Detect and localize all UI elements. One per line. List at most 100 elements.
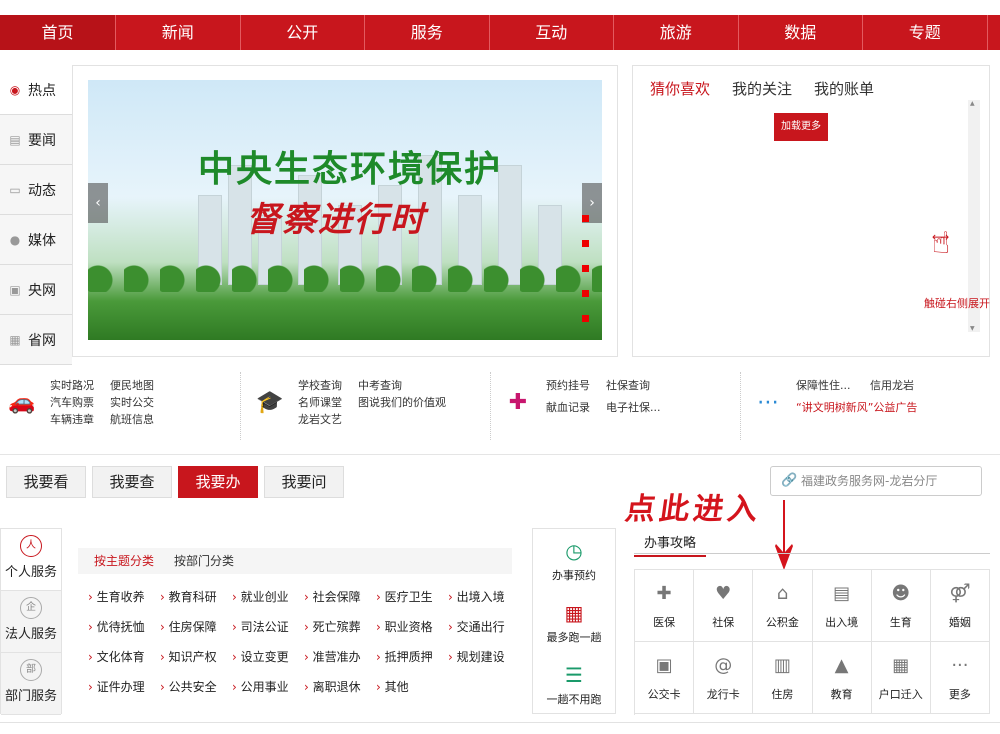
tab-guess-you-like[interactable]: 猜你喜欢	[650, 78, 710, 99]
topic-link[interactable]: 其他	[376, 678, 448, 695]
category-personal[interactable]: 人个人服务	[1, 529, 61, 591]
service-link[interactable]: 航班信息	[110, 412, 154, 427]
nav-home[interactable]: 首页	[0, 15, 116, 50]
sidebar-item-headlines[interactable]: ▤ 要闻	[0, 115, 72, 165]
service-link[interactable]: 社保查询	[606, 378, 661, 398]
guide-grid: ✚ 医保 ♥ 社保 ⌂ 公积金 ▤ 出入境 ☻ 生育 ⚤ 婚姻 ▣ 公交卡 @ 龙行卡 ▥ 住房 …	[634, 569, 990, 715]
nav-service[interactable]: 服务	[365, 15, 490, 50]
topic-link[interactable]: 优待抚恤	[88, 618, 160, 635]
tab-my-follow[interactable]: 我的关注	[732, 78, 792, 99]
guide-item-longxing-card[interactable]: @ 龙行卡	[694, 642, 754, 714]
service-link[interactable]: 便民地图	[110, 378, 154, 393]
service-link[interactable]: 实时路况	[50, 378, 94, 393]
topic-link[interactable]: 医疗卫生	[376, 588, 448, 605]
guide-item-housing[interactable]: ▥ 住房	[753, 642, 813, 714]
topic-link[interactable]: 交通出行	[448, 618, 518, 635]
topic-link[interactable]: 公共安全	[160, 678, 232, 695]
service-portal-link[interactable]: 🔗 福建政务服务网-龙岩分厅	[770, 466, 982, 496]
guide-title[interactable]: 办事攻略	[634, 528, 707, 557]
appointment-button[interactable]: ◷ 办事预约	[533, 529, 615, 591]
tab-i-want-to-ask[interactable]: 我要问	[264, 466, 344, 498]
topic-link[interactable]: 设立变更	[232, 648, 304, 665]
banner-prev-button[interactable]: ‹	[88, 183, 108, 223]
service-link[interactable]: 学校查询	[298, 378, 342, 393]
service-link[interactable]: 图说我们的价值观	[358, 395, 446, 410]
sidebar-item-label: 动态	[28, 182, 56, 199]
calendar-check-icon: ▦	[564, 601, 584, 625]
service-link[interactable]: “讲文明树新风”公益广告	[796, 400, 917, 420]
topic-link[interactable]: 教育科研	[160, 588, 232, 605]
nav-topics[interactable]: 专题	[863, 15, 988, 50]
tab-by-department[interactable]: 按部门分类	[174, 548, 234, 574]
topic-link[interactable]: 规划建设	[448, 648, 518, 665]
topic-link[interactable]: 住房保障	[160, 618, 232, 635]
guide-item-label: 公交卡	[647, 688, 681, 701]
nav-interaction[interactable]: 互动	[490, 15, 614, 50]
topic-link[interactable]: 文化体育	[88, 648, 160, 665]
sidebar-item-media[interactable]: ● 媒体	[0, 215, 72, 265]
guide-item-medical-insurance[interactable]: ✚ 医保	[635, 570, 695, 642]
sidebar-item-central[interactable]: ▣ 央网	[0, 265, 72, 315]
topic-link[interactable]: 知识产权	[160, 648, 232, 665]
topic-link[interactable]: 社会保障	[304, 588, 376, 605]
topic-link[interactable]: 准营准办	[304, 648, 376, 665]
nav-tourism[interactable]: 旅游	[614, 15, 739, 50]
no-trip-button[interactable]: ☰ 一趟不用跑	[533, 653, 615, 715]
nav-data[interactable]: 数据	[739, 15, 863, 50]
service-link[interactable]: 实时公交	[110, 395, 154, 410]
guide-item-label: 更多	[948, 688, 971, 701]
guide-item-birth[interactable]: ☻ 生育	[871, 570, 931, 642]
guide-item-marriage[interactable]: ⚤ 婚姻	[930, 570, 990, 642]
nav-news[interactable]: 新闻	[116, 15, 241, 50]
service-link[interactable]: 预约挂号	[546, 378, 590, 398]
topic-link[interactable]: 职业资格	[376, 618, 448, 635]
service-link[interactable]: 汽车购票	[50, 395, 94, 410]
service-link[interactable]: 龙岩文艺	[298, 412, 342, 427]
tab-i-want-to-handle[interactable]: 我要办	[178, 466, 258, 498]
guide-item-household-register[interactable]: ▦ 户口迁入	[871, 642, 931, 714]
topic-link[interactable]: 就业创业	[232, 588, 304, 605]
tab-i-want-to-see[interactable]: 我要看	[6, 466, 86, 498]
guide-item-bus-card[interactable]: ▣ 公交卡	[635, 642, 695, 714]
topic-link[interactable]: 证件办理	[88, 678, 160, 695]
service-link[interactable]: 名师课堂	[298, 395, 342, 410]
topic-link[interactable]: 抵押质押	[376, 648, 448, 665]
category-label: 部门服务	[4, 689, 57, 704]
tab-i-want-to-check[interactable]: 我要查	[92, 466, 172, 498]
service-link[interactable]: 献血记录	[546, 400, 590, 420]
service-link[interactable]: 信用龙岩	[870, 378, 917, 398]
guide-item-housing-fund[interactable]: ⌂ 公积金	[753, 570, 813, 642]
guide-item-education[interactable]: ▲ 教育	[812, 642, 872, 714]
service-portal-label: 福建政务服务网-龙岩分厅	[801, 474, 938, 488]
topic-link[interactable]: 生育收养	[88, 588, 160, 605]
banner-image[interactable]: 中央生态环境保护 督察进行时	[88, 80, 602, 340]
service-link[interactable]: 中考查询	[358, 378, 446, 393]
service-link[interactable]: 保障性住...	[796, 378, 854, 398]
guide-item-entry-exit[interactable]: ▤ 出入境	[812, 570, 872, 642]
topic-link[interactable]: 司法公证	[232, 618, 304, 635]
sidebar-item-updates[interactable]: ▭ 动态	[0, 165, 72, 215]
service-link[interactable]: 车辆违章	[50, 412, 94, 427]
topic-link[interactable]: 出境入境	[448, 588, 518, 605]
banner-title: 中央生态环境保护	[198, 148, 503, 190]
pagination-dot[interactable]	[582, 215, 589, 222]
nav-public[interactable]: 公开	[241, 15, 365, 50]
service-link[interactable]: 电子社保...	[606, 400, 661, 420]
tab-my-bill[interactable]: 我的账单	[814, 78, 874, 99]
category-legal-person[interactable]: 企法人服务	[1, 591, 61, 653]
one-trip-button[interactable]: ▦ 最多跑一趟	[533, 591, 615, 653]
pagination-dot[interactable]	[582, 290, 589, 297]
guide-item-more[interactable]: ··· 更多	[930, 642, 990, 714]
pagination-dot[interactable]	[582, 240, 589, 247]
topic-link[interactable]: 公用事业	[232, 678, 304, 695]
sidebar-item-hot[interactable]: ◉ 热点	[0, 65, 72, 115]
guide-item-social-security[interactable]: ♥ 社保	[694, 570, 754, 642]
pagination-dot[interactable]	[582, 315, 589, 322]
sidebar-item-province[interactable]: ▦ 省网	[0, 315, 72, 365]
pagination-dot[interactable]	[582, 265, 589, 272]
load-more-button[interactable]: 加载更多	[774, 113, 828, 141]
topic-link[interactable]: 离职退休	[304, 678, 376, 695]
category-department[interactable]: 部部门服务	[1, 653, 61, 715]
tab-by-theme[interactable]: 按主题分类	[94, 548, 154, 574]
topic-link[interactable]: 死亡殡葬	[304, 618, 376, 635]
